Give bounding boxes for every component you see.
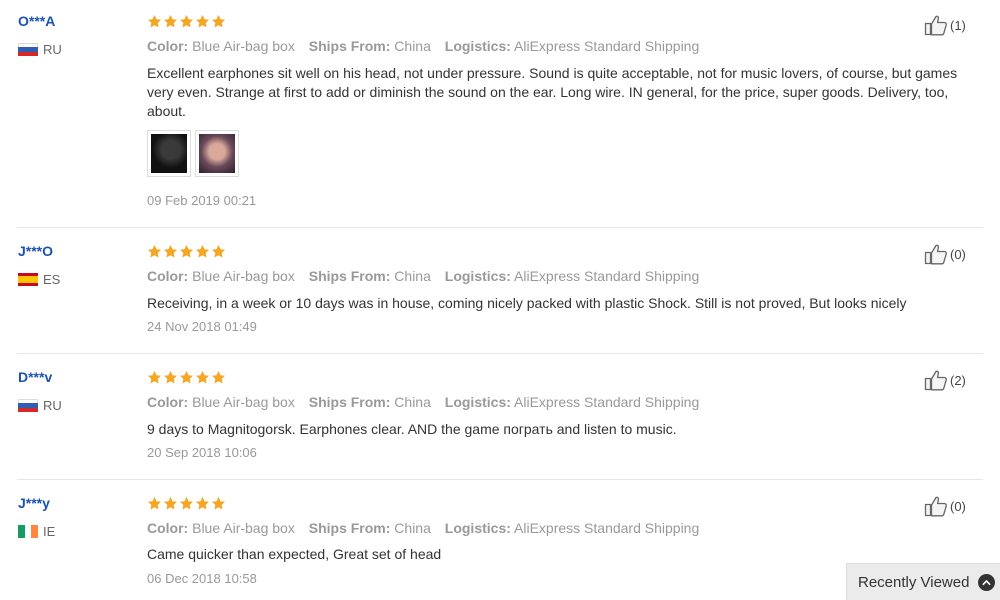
star-icon [211, 370, 226, 385]
helpful-count: (1) [950, 17, 966, 33]
star-icon [147, 370, 162, 385]
ships-from-value: China [394, 268, 431, 284]
star-icon [163, 496, 178, 511]
logistics-label: Logistics: [444, 38, 511, 54]
review-text: Receiving, in a week or 10 days was in h… [147, 295, 907, 311]
flag-icon [18, 43, 38, 56]
star-icon [195, 244, 210, 259]
helpful-count: (0) [950, 498, 966, 514]
color-label: Color: [147, 520, 189, 536]
order-attributes: Color: Blue Air-bag box Ships From: Chin… [147, 268, 709, 284]
ships-from-value: China [394, 520, 431, 536]
star-icon [211, 496, 226, 511]
review-text: Came quicker than expected, Great set of… [147, 546, 442, 562]
review-item: J***O ES Color: Blue Air-bag box Ships F… [0, 228, 1000, 354]
star-rating [147, 496, 226, 511]
helpful-button[interactable]: (2) [924, 369, 966, 391]
color-value: Blue Air-bag box [192, 520, 295, 536]
star-icon [163, 370, 178, 385]
color-value: Blue Air-bag box [192, 394, 295, 410]
reviewer-country: RU [18, 42, 62, 57]
ships-from-label: Ships From: [308, 268, 391, 284]
star-icon [179, 244, 194, 259]
reviewer-country: ES [18, 272, 60, 287]
helpful-button[interactable]: (0) [924, 495, 966, 517]
ships-from-label: Ships From: [308, 38, 391, 54]
thumbs-up-icon [924, 244, 947, 265]
review-date: 24 Nov 2018 01:49 [147, 319, 257, 334]
logistics-value: AliExpress Standard Shipping [514, 268, 700, 284]
helpful-button[interactable]: (0) [924, 243, 966, 265]
star-icon [147, 14, 162, 29]
star-rating [147, 244, 226, 259]
review-date: 06 Dec 2018 10:58 [147, 571, 257, 586]
reviewer-name[interactable]: J***O [18, 243, 53, 259]
star-icon [195, 370, 210, 385]
star-icon [211, 244, 226, 259]
star-icon [211, 14, 226, 29]
review-item: D***v RU Color: Blue Air-bag box Ships F… [0, 354, 1000, 480]
recently-viewed-button[interactable]: Recently Viewed [846, 563, 1000, 600]
thumbs-up-icon [924, 15, 947, 36]
review-photo[interactable] [195, 130, 239, 177]
helpful-button[interactable]: (1) [924, 14, 966, 36]
flag-icon [18, 525, 38, 538]
reviewer-country: IE [18, 524, 55, 539]
ships-from-label: Ships From: [308, 520, 391, 536]
logistics-label: Logistics: [444, 268, 511, 284]
color-label: Color: [147, 394, 189, 410]
color-value: Blue Air-bag box [192, 38, 295, 54]
reviewer-name[interactable]: D***v [18, 369, 52, 385]
ships-from-value: China [394, 394, 431, 410]
ships-from-value: China [394, 38, 431, 54]
order-attributes: Color: Blue Air-bag box Ships From: Chin… [147, 520, 709, 536]
country-code: IE [43, 524, 56, 539]
country-code: ES [43, 272, 61, 287]
review-date: 20 Sep 2018 10:06 [147, 445, 257, 460]
logistics-label: Logistics: [444, 520, 511, 536]
logistics-value: AliExpress Standard Shipping [514, 38, 700, 54]
star-icon [147, 244, 162, 259]
order-attributes: Color: Blue Air-bag box Ships From: Chin… [147, 394, 709, 410]
country-code: RU [43, 42, 62, 57]
star-icon [163, 14, 178, 29]
chevron-up-icon [978, 573, 996, 591]
review-date: 09 Feb 2019 00:21 [147, 193, 257, 208]
thumbs-up-icon [924, 370, 947, 391]
recently-viewed-label: Recently Viewed [858, 573, 970, 591]
color-label: Color: [147, 38, 189, 54]
star-rating [147, 14, 226, 29]
flag-icon [18, 399, 38, 412]
star-icon [163, 244, 178, 259]
flag-icon [18, 273, 38, 286]
country-code: RU [43, 398, 62, 413]
star-icon [179, 496, 194, 511]
logistics-value: AliExpress Standard Shipping [514, 520, 700, 536]
logistics-value: AliExpress Standard Shipping [514, 394, 700, 410]
star-icon [195, 496, 210, 511]
ships-from-label: Ships From: [308, 394, 391, 410]
logistics-label: Logistics: [444, 394, 511, 410]
reviewer-name[interactable]: J***y [18, 495, 50, 511]
review-photo[interactable] [147, 130, 191, 177]
reviewer-country: RU [18, 398, 62, 413]
helpful-count: (2) [950, 372, 966, 388]
star-rating [147, 370, 226, 385]
review-text: 9 days to Magnitogorsk. Earphones clear.… [147, 421, 677, 437]
review-item: O***A RU Color: Blue Air-bag box Ships F… [0, 0, 1000, 228]
color-label: Color: [147, 268, 189, 284]
thumbs-up-icon [924, 496, 947, 517]
star-icon [147, 496, 162, 511]
order-attributes: Color: Blue Air-bag box Ships From: Chin… [147, 38, 709, 54]
color-value: Blue Air-bag box [192, 268, 295, 284]
star-icon [179, 370, 194, 385]
star-icon [195, 14, 210, 29]
review-text: Excellent earphones sit well on his head… [147, 65, 958, 119]
helpful-count: (0) [950, 246, 966, 262]
star-icon [179, 14, 194, 29]
reviewer-name[interactable]: O***A [18, 13, 55, 29]
review-photos [147, 130, 239, 177]
